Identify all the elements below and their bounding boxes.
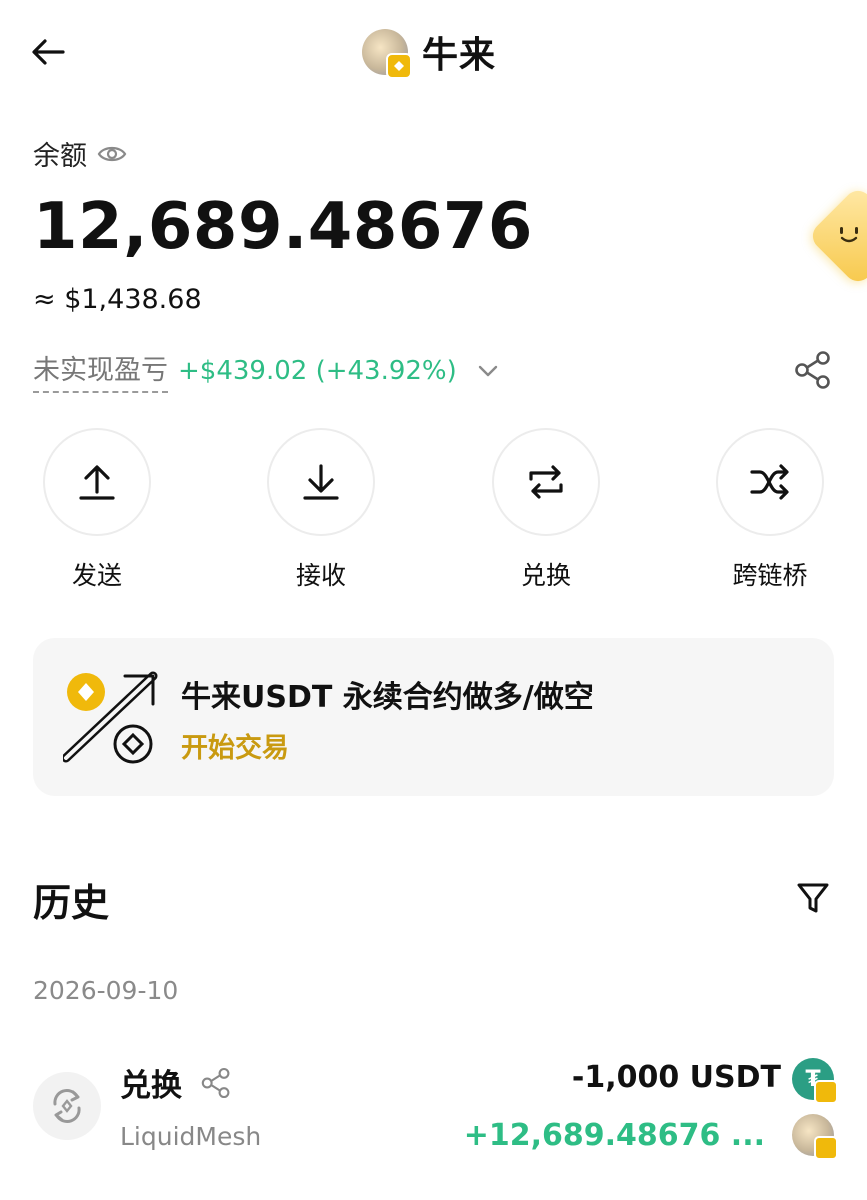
share-button[interactable]	[793, 350, 833, 390]
bridge-button[interactable]: 跨链桥	[710, 428, 830, 592]
pnl-label[interactable]: 未实现盈亏	[33, 348, 168, 393]
pnl-value: +$439.02 (+43.92%)	[178, 355, 457, 386]
swap-icon-circle	[492, 428, 600, 536]
chain-badge-icon	[814, 1136, 838, 1160]
back-button[interactable]	[28, 34, 68, 70]
tx-amount-out: -1,000 USDT	[571, 1060, 781, 1095]
balance-label: 余额	[33, 141, 87, 172]
token-avatar	[362, 29, 412, 79]
balance-label-row: 余额	[33, 134, 127, 173]
shuffle-icon	[750, 464, 789, 500]
swap-button[interactable]: 兑换	[486, 428, 606, 592]
header: 牛来	[0, 0, 867, 100]
arrow-left-icon	[32, 39, 65, 65]
send-button[interactable]: 发送	[37, 428, 157, 592]
balance-usd-value: ≈ $1,438.68	[33, 284, 202, 315]
tx-source: LiquidMesh	[120, 1122, 262, 1151]
pnl-row[interactable]: 未实现盈亏 +$439.02 (+43.92%)	[33, 348, 499, 393]
balance-amount: 12,689.48676	[33, 190, 533, 264]
start-trading-link[interactable]: 开始交易	[181, 726, 289, 765]
swap-label: 兑换	[520, 561, 571, 590]
swap-tx-icon	[33, 1072, 101, 1140]
send-icon-circle	[43, 428, 151, 536]
usdt-coin-icon: ₮	[792, 1058, 838, 1104]
swap-arrows-icon	[529, 465, 563, 499]
smile-face-icon	[840, 227, 858, 243]
receive-button[interactable]: 接收	[261, 428, 381, 592]
tx-amount-in: +12,689.48676 ...	[463, 1118, 765, 1153]
filter-button[interactable]	[793, 878, 833, 918]
receive-label: 接收	[295, 561, 346, 590]
chevron-down-icon[interactable]	[477, 364, 499, 378]
perpetual-promo-card[interactable]: 牛来USDT 永续合约做多/做空 开始交易	[33, 638, 834, 796]
token-title: 牛来	[362, 24, 496, 80]
share-icon	[795, 351, 830, 389]
eye-icon[interactable]	[97, 144, 127, 164]
token-detail-page: 牛来 余额 12,689.48676 ≈ $1,438.68 未实现盈亏 +$4…	[0, 0, 867, 1200]
history-title: 历史	[33, 881, 110, 925]
bridge-icon-circle	[716, 428, 824, 536]
bridge-label: 跨链桥	[732, 561, 808, 590]
page-title: 牛来	[422, 35, 497, 76]
download-arrow-icon	[303, 464, 339, 500]
chain-badge-icon	[386, 53, 412, 79]
promo-title: 牛来USDT 永续合约做多/做空	[181, 680, 594, 715]
history-date: 2026-09-10	[33, 976, 179, 1005]
upload-arrow-icon	[79, 465, 115, 500]
action-bar: 发送 接收 兑换 跨链桥	[0, 428, 867, 590]
chain-badge-icon	[814, 1080, 838, 1104]
token-coin-icon	[792, 1114, 838, 1160]
tx-type: 兑换	[120, 1068, 182, 1104]
receive-icon-circle	[267, 428, 375, 536]
long-short-arrow-icon	[63, 671, 158, 764]
transaction-row[interactable]: 兑换 LiquidMesh -1,000 USDT +12,689.48676 …	[0, 1050, 867, 1160]
send-label: 发送	[71, 561, 122, 590]
filter-icon	[797, 883, 829, 913]
tx-type-row: 兑换	[120, 1060, 232, 1105]
share-icon[interactable]	[200, 1067, 232, 1099]
